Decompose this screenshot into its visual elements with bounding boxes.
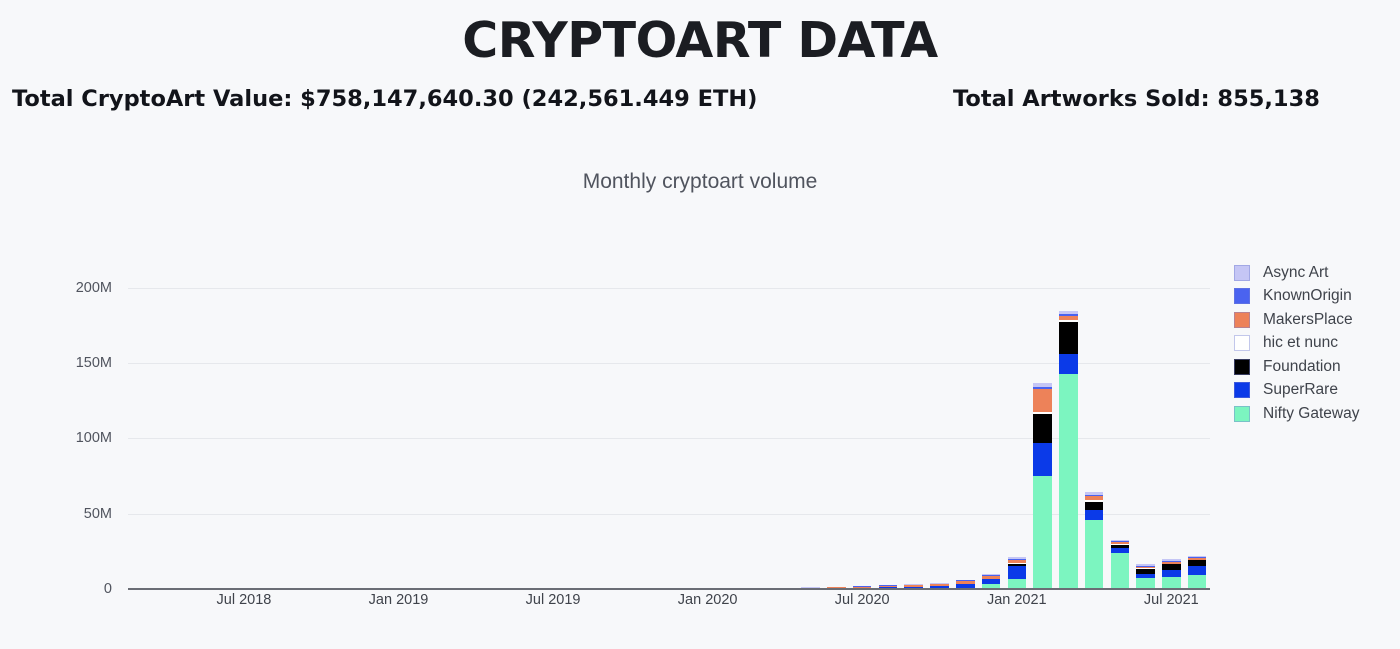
legend-item-nifty-gateway[interactable]: Nifty Gateway	[1234, 402, 1400, 426]
legend-swatch-icon	[1234, 311, 1250, 328]
total-cryptoart-value: Total CryptoArt Value: $758,147,640.30 (…	[12, 86, 758, 112]
x-axis-tick-label: Jan 2020	[677, 592, 738, 608]
y-axis-tick-label: 150M	[75, 354, 112, 371]
bar-dec-2020[interactable]	[981, 573, 1001, 589]
x-axis-line	[128, 588, 1210, 590]
bar-jun-2021[interactable]	[1136, 564, 1155, 589]
legend-item-foundation[interactable]: Foundation	[1234, 355, 1400, 379]
x-axis-tick-label: Jan 2021	[986, 592, 1047, 608]
y-axis-tick-label: 200M	[75, 279, 112, 296]
summary-stats: Total CryptoArt Value: $758,147,640.30 (…	[0, 86, 1400, 118]
legend-item-async-art[interactable]: Async Art	[1234, 261, 1400, 285]
bar-jan-2021[interactable]	[1007, 557, 1027, 589]
bar-segment-makersplace	[1033, 388, 1052, 412]
legend-item-superrare[interactable]: SuperRare	[1234, 379, 1400, 403]
x-axis-tick-label: Jul 2020	[834, 592, 890, 608]
bar-segment-nifty-gateway	[1084, 519, 1104, 589]
legend-item-label: KnownOrigin	[1263, 287, 1352, 305]
y-axis-tick-label: 100M	[75, 430, 112, 447]
y-axis-tick-label: 50M	[83, 505, 112, 522]
bar-segment-superrare	[1084, 509, 1104, 520]
x-axis-tick-label: Jul 2019	[525, 592, 581, 608]
legend-item-label: Foundation	[1263, 357, 1341, 375]
x-axis-tick-label: Jul 2018	[216, 592, 272, 608]
bar-may-2021[interactable]	[1110, 539, 1130, 589]
bar-segment-foundation	[1059, 322, 1078, 354]
gridline	[128, 287, 1210, 289]
chart-legend: Async Art KnownOrigin MakersPlace hic et nu…	[1234, 261, 1400, 426]
legend-swatch-icon	[1234, 335, 1250, 352]
legend-swatch-icon	[1234, 288, 1250, 305]
legend-item-label: Nifty Gateway	[1263, 404, 1360, 422]
bar-feb-2021[interactable]	[1033, 382, 1052, 589]
bar-segment-foundation	[1033, 414, 1052, 443]
bar-jul-2021[interactable]	[1162, 559, 1181, 589]
bar-segment-superrare	[1162, 570, 1181, 577]
legend-swatch-icon	[1234, 264, 1250, 281]
bar-segment-nifty-gateway	[1033, 475, 1052, 589]
legend-swatch-icon	[1234, 405, 1250, 422]
bar-segment-superrare	[1187, 565, 1207, 576]
bar-mar-2021[interactable]	[1059, 310, 1078, 589]
chart-plot-area	[128, 265, 1210, 589]
legend-swatch-icon	[1234, 358, 1250, 375]
gridline	[128, 362, 1210, 364]
y-axis-tick-label: 0	[103, 581, 112, 597]
chart-title: Monthly cryptoart volume	[582, 170, 818, 193]
legend-item-hic-et-nunc[interactable]: hic et nunc	[1234, 332, 1400, 356]
cryptoart-dashboard: CRYPTOART DATA Total CryptoArt Value: $7…	[0, 0, 1400, 649]
legend-swatch-icon	[1234, 382, 1250, 399]
bar-aug-2021[interactable]	[1187, 555, 1207, 589]
bar-segment-nifty-gateway	[1059, 373, 1078, 589]
legend-item-makersplace[interactable]: MakersPlace	[1234, 308, 1400, 332]
bar-segment-nifty-gateway	[1110, 552, 1130, 589]
bar-apr-2021[interactable]	[1084, 492, 1104, 589]
legend-item-knownorigin[interactable]: KnownOrigin	[1234, 285, 1400, 309]
x-axis-tick-label: Jan 2019	[368, 592, 429, 608]
bar-segment-superrare	[1059, 353, 1078, 374]
x-axis-tick-label: Jul 2021	[1143, 592, 1199, 608]
legend-item-label: hic et nunc	[1263, 334, 1338, 352]
total-artworks-sold: Total Artworks Sold: 855,138	[953, 86, 1320, 112]
bar-segment-superrare	[1007, 565, 1027, 579]
legend-item-label: Async Art	[1263, 263, 1329, 281]
legend-item-label: MakersPlace	[1263, 310, 1353, 328]
bar-segment-foundation	[1084, 501, 1104, 510]
bar-segment-nifty-gateway	[1187, 575, 1207, 589]
bar-segment-superrare	[1033, 442, 1052, 476]
page-title: CRYPTOART DATA	[462, 12, 938, 69]
legend-item-label: SuperRare	[1263, 381, 1338, 399]
